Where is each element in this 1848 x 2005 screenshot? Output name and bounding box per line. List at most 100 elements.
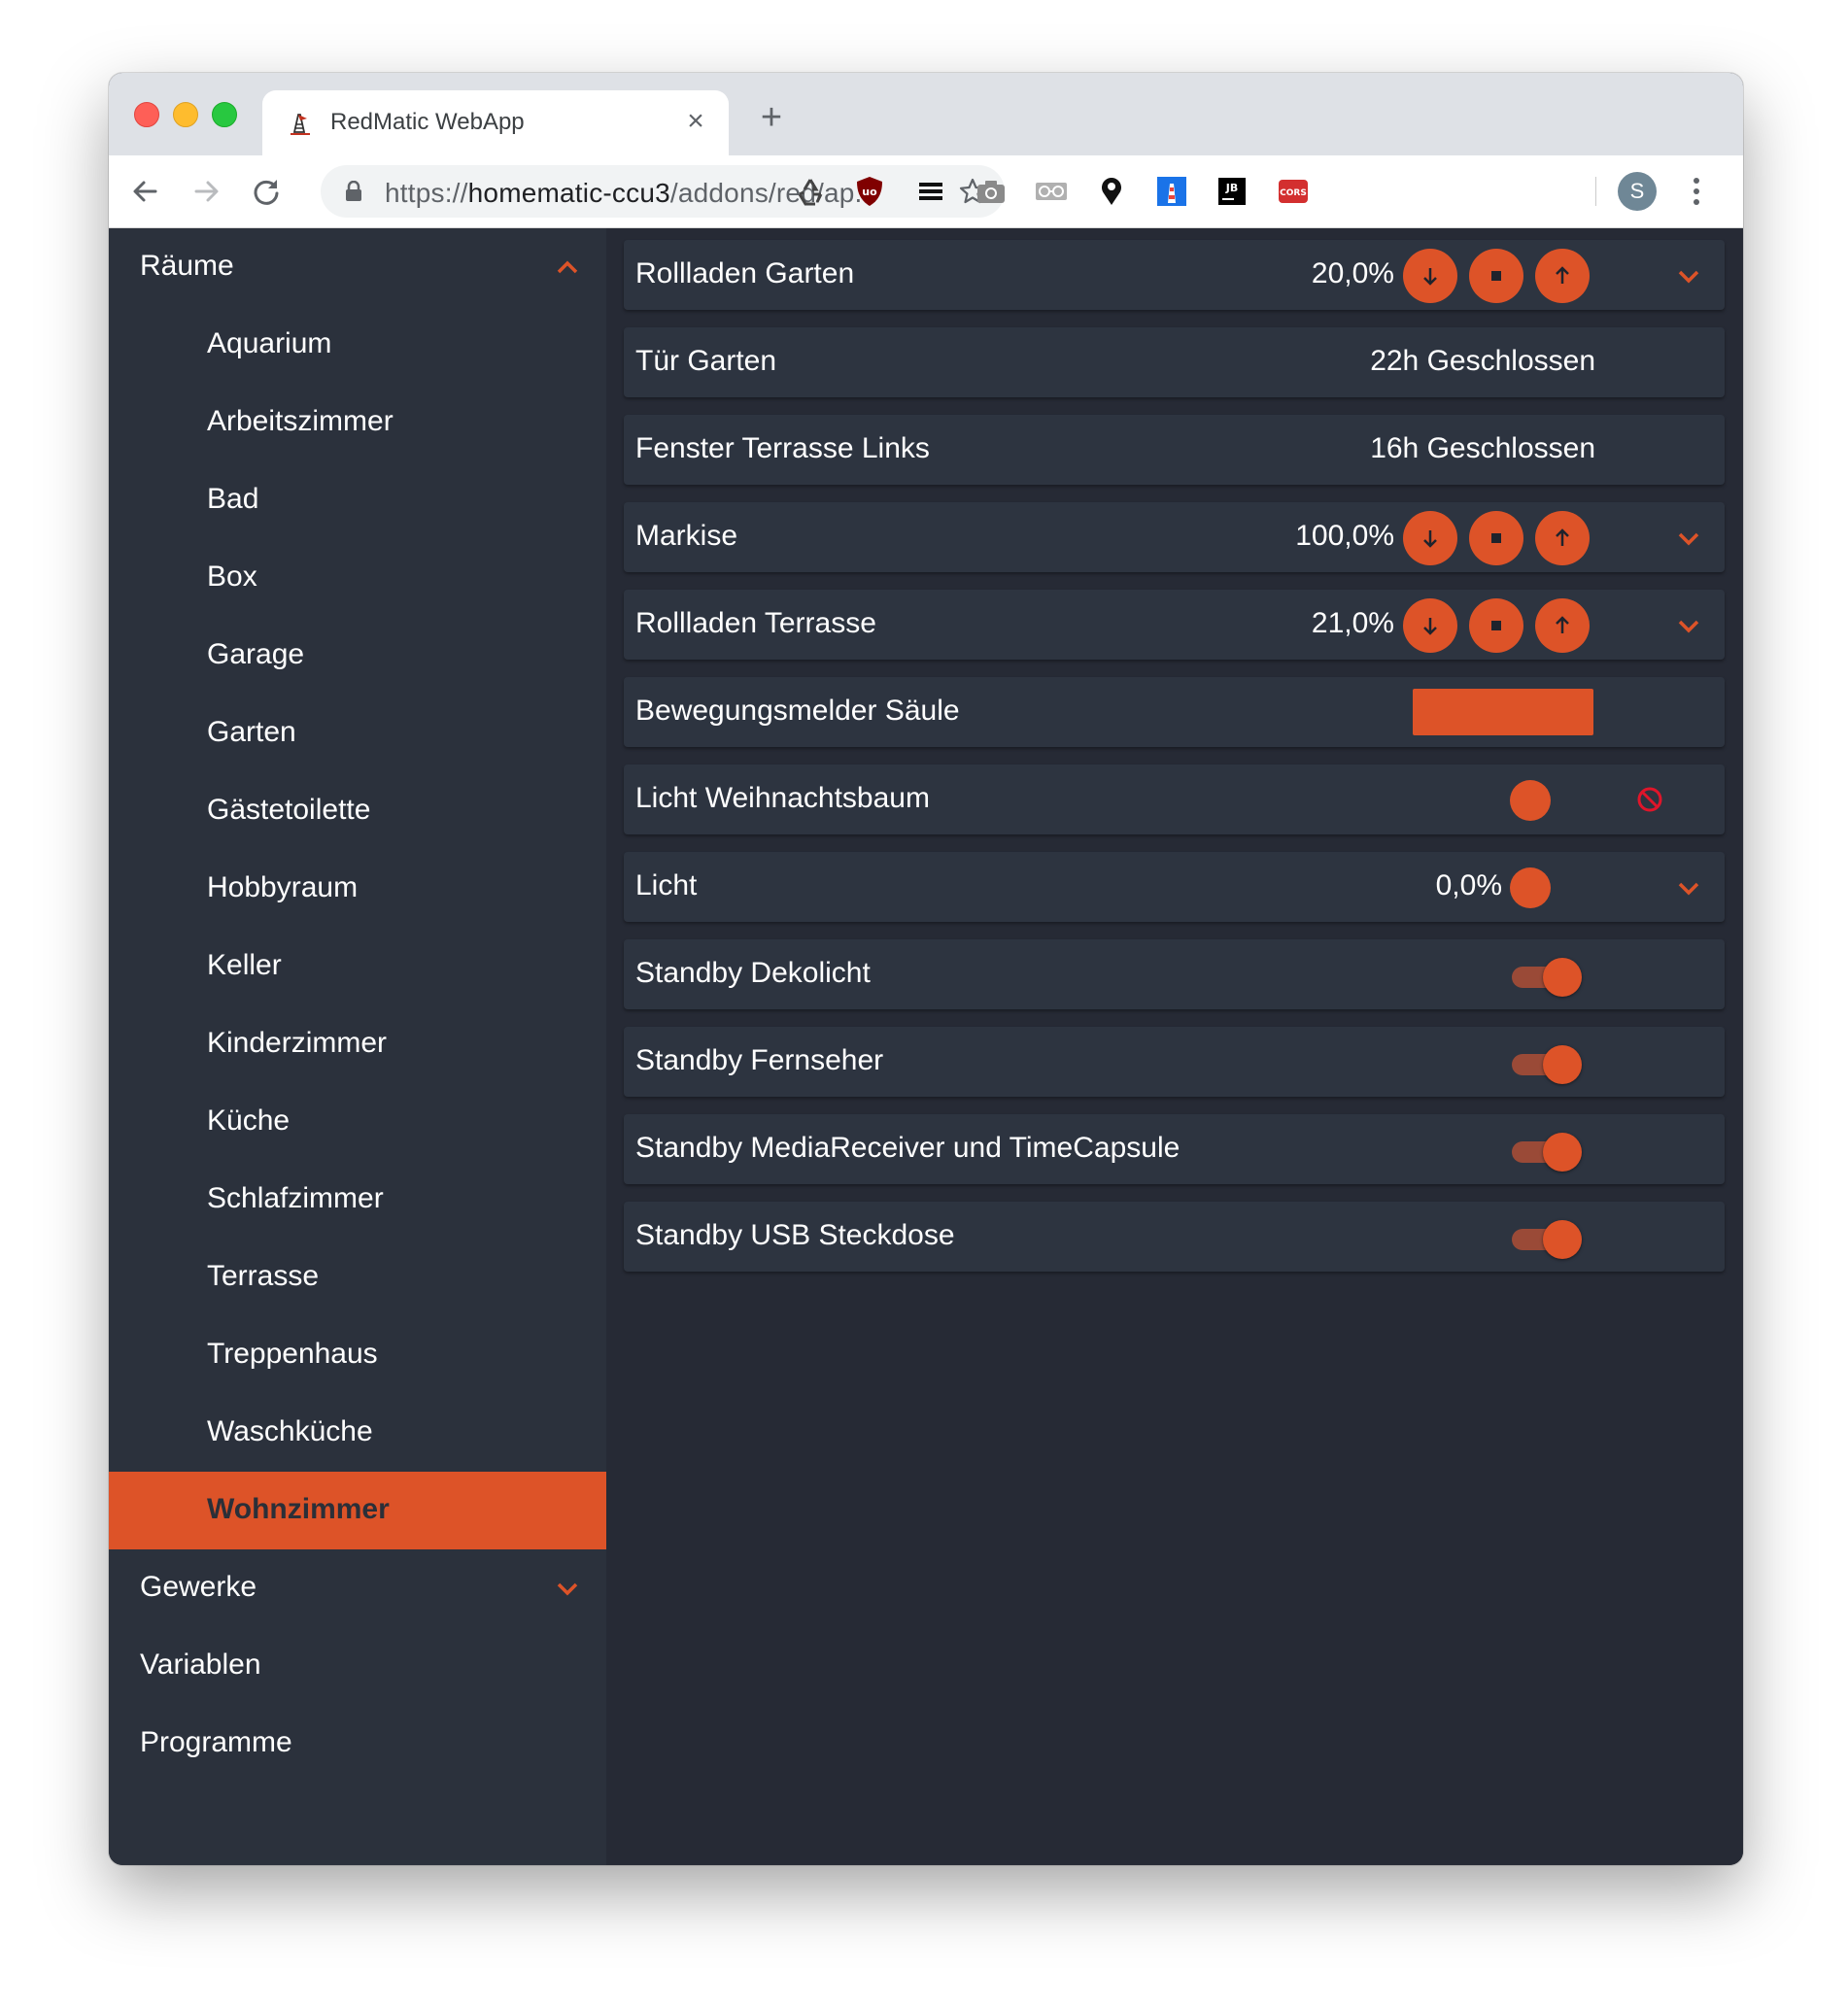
tab-title: RedMatic WebApp — [330, 109, 525, 135]
sidebar-item-label: Aquarium — [207, 327, 332, 359]
sidebar-item-garage[interactable]: Garage — [109, 617, 606, 695]
back-icon[interactable] — [124, 170, 167, 213]
sidebar-section-raeume[interactable]: Räume — [109, 228, 606, 306]
sidebar-item-label: Terrasse — [207, 1260, 320, 1292]
expand-chevron-icon[interactable] — [1675, 264, 1702, 288]
tab-close-icon[interactable]: × — [680, 104, 711, 139]
device-name: Bewegungsmelder Säule — [635, 695, 960, 727]
svg-text:JB: JB — [1225, 182, 1238, 194]
reload-icon[interactable] — [245, 170, 288, 213]
new-tab-button[interactable]: + — [750, 96, 793, 139]
blind-stop-button[interactable] — [1469, 511, 1523, 565]
device-row-standby-usb-steckdose: Standby USB Steckdose — [624, 1202, 1725, 1272]
sidebar-section-variablen[interactable]: Variablen — [109, 1627, 606, 1705]
expand-chevron-icon[interactable] — [1675, 614, 1702, 637]
sidebar-item-label: Wohnzimmer — [207, 1493, 390, 1525]
zoom-window-button[interactable] — [212, 102, 237, 127]
sidebar-item-kinderzimmer[interactable]: Kinderzimmer — [109, 1005, 606, 1083]
switch-toggle[interactable] — [1510, 1045, 1582, 1084]
lighthouse-icon[interactable] — [1155, 175, 1188, 208]
device-name: Standby Fernseher — [635, 1044, 884, 1076]
sidebar-item-label: Garage — [207, 638, 305, 670]
device-name: Fenster Terrasse Links — [635, 432, 930, 464]
browser-window: RedMatic WebApp × + https://homematic-cc… — [109, 73, 1743, 1865]
blind-up-button[interactable] — [1535, 511, 1590, 565]
chevron-down-icon — [557, 1582, 578, 1596]
device-name: Rollladen Garten — [635, 257, 855, 289]
tab-bar: RedMatic WebApp × + — [109, 73, 1743, 155]
device-row-rollladen-garten: Rollladen Garten 20,0% — [624, 240, 1725, 310]
blind-up-button[interactable] — [1535, 249, 1590, 303]
switch-toggle[interactable] — [1510, 1220, 1582, 1259]
device-row-standby-fernseher: Standby Fernseher — [624, 1027, 1725, 1097]
blind-stop-button[interactable] — [1469, 249, 1523, 303]
blind-up-button[interactable] — [1535, 598, 1590, 653]
sidebar-item-box[interactable]: Box — [109, 539, 606, 617]
device-name: Standby USB Steckdose — [635, 1219, 955, 1251]
device-name: Markise — [635, 520, 738, 552]
forward-icon[interactable] — [185, 170, 227, 213]
sidebar-item-bad[interactable]: Bad — [109, 461, 606, 539]
sidebar-section-gewerke[interactable]: Gewerke — [109, 1549, 606, 1627]
sidebar-section-label: Räume — [140, 250, 234, 282]
device-state: 16h Geschlossen — [1370, 432, 1595, 464]
sidebar-item-label: Küche — [207, 1104, 291, 1137]
stop-icon — [1491, 533, 1501, 543]
browser-tab[interactable]: RedMatic WebApp × — [262, 90, 729, 155]
minimize-window-button[interactable] — [173, 102, 198, 127]
expand-chevron-icon[interactable] — [1675, 527, 1702, 550]
sidebar-item-gaestetoilette[interactable]: Gästetoilette — [109, 772, 606, 850]
expand-chevron-icon[interactable] — [1675, 876, 1702, 900]
sidebar-item-aquarium[interactable]: Aquarium — [109, 306, 606, 384]
recycle-icon[interactable] — [794, 175, 827, 208]
toggle-knob — [1543, 1220, 1582, 1259]
cors-icon[interactable]: CORS — [1277, 175, 1310, 208]
blind-down-button[interactable] — [1403, 511, 1457, 565]
device-level: 100,0% — [1295, 520, 1394, 552]
device-name: Standby MediaReceiver und TimeCapsule — [635, 1132, 1181, 1164]
address-bar[interactable]: https://homematic-ccu3/addons/red/ap... — [321, 165, 1005, 218]
sidebar-item-label: Kinderzimmer — [207, 1027, 388, 1059]
blind-stop-button[interactable] — [1469, 598, 1523, 653]
sidebar-section-label: Programme — [140, 1726, 292, 1758]
device-name: Standby Dekolicht — [635, 957, 871, 989]
device-level: 0,0% — [1435, 869, 1502, 901]
device-state: 22h Geschlossen — [1370, 345, 1595, 377]
lock-icon — [346, 181, 361, 201]
close-window-button[interactable] — [134, 102, 159, 127]
light-state-indicator[interactable] — [1510, 780, 1551, 821]
location-pin-icon[interactable] — [1095, 175, 1128, 208]
camera-icon[interactable] — [975, 175, 1008, 208]
toolbar-divider — [1595, 177, 1596, 206]
sidebar: Räume Aquarium Arbeitszimmer Bad Box Gar… — [109, 228, 606, 1865]
switch-toggle[interactable] — [1510, 1133, 1582, 1172]
ublock-icon[interactable]: uo — [853, 175, 886, 208]
sidebar-item-keller[interactable]: Keller — [109, 928, 606, 1005]
sidebar-item-garten[interactable]: Garten — [109, 695, 606, 772]
sidebar-item-label: Gästetoilette — [207, 794, 371, 826]
device-row-standby-mediareceiver: Standby MediaReceiver und TimeCapsule — [624, 1114, 1725, 1184]
switch-toggle[interactable] — [1510, 958, 1582, 997]
sidebar-item-terrasse[interactable]: Terrasse — [109, 1239, 606, 1316]
url-path: /addons/red/ap... — [669, 178, 878, 208]
blind-down-button[interactable] — [1403, 249, 1457, 303]
glasses-icon[interactable] — [1035, 175, 1068, 208]
sidebar-item-hobbyraum[interactable]: Hobbyraum — [109, 850, 606, 928]
profile-avatar[interactable]: S — [1618, 172, 1657, 211]
sidebar-item-schlafzimmer[interactable]: Schlafzimmer — [109, 1161, 606, 1239]
sidebar-section-programme[interactable]: Programme — [109, 1705, 606, 1783]
device-level: 21,0% — [1311, 607, 1394, 639]
sidebar-item-kueche[interactable]: Küche — [109, 1083, 606, 1161]
sidebar-item-treppenhaus[interactable]: Treppenhaus — [109, 1316, 606, 1394]
chevron-up-icon — [557, 260, 578, 274]
sidebar-item-wohnzimmer[interactable]: Wohnzimmer — [109, 1472, 606, 1549]
sidebar-item-arbeitszimmer[interactable]: Arbeitszimmer — [109, 384, 606, 461]
jb-icon[interactable]: JB — [1215, 175, 1249, 208]
menu-kebab-icon[interactable] — [1691, 173, 1702, 210]
blind-down-button[interactable] — [1403, 598, 1457, 653]
list-icon[interactable] — [914, 175, 947, 208]
device-name: Licht — [635, 869, 698, 901]
device-row-rollladen-terrasse: Rollladen Terrasse 21,0% — [624, 590, 1725, 660]
sidebar-item-waschkueche[interactable]: Waschküche — [109, 1394, 606, 1472]
dimmer-indicator[interactable] — [1510, 867, 1551, 908]
